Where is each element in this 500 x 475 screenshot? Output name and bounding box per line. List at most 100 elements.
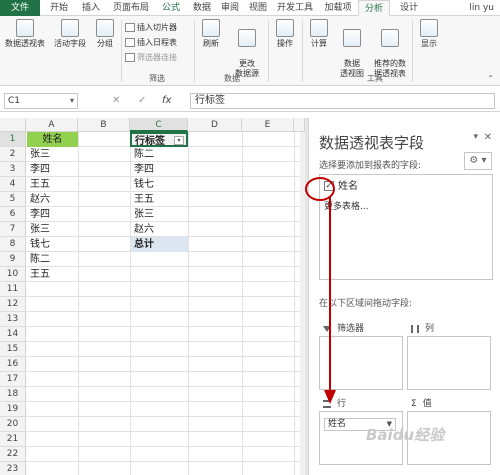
cell-a10[interactable]: 王五 — [27, 267, 78, 282]
show-button[interactable]: 显示 — [416, 19, 442, 49]
tab-page-layout[interactable]: 页面布局 — [108, 0, 154, 16]
cell-a2[interactable]: 张三 — [27, 147, 78, 162]
cell-a7[interactable]: 张三 — [27, 222, 78, 237]
field-checkbox[interactable]: ✓ — [324, 181, 334, 191]
row-header[interactable]: 19 — [0, 402, 26, 417]
cell-a6[interactable]: 李四 — [27, 207, 78, 222]
pivot-row-item[interactable]: 王五 — [131, 192, 188, 207]
recommended-pivot-button[interactable]: 推荐的数 据透视表 — [368, 19, 412, 79]
chevron-down-icon[interactable]: ▾ — [473, 132, 478, 142]
pivot-table-button[interactable]: 数据透视表 — [2, 19, 48, 49]
close-icon[interactable]: ✕ — [484, 132, 492, 143]
tab-insert[interactable]: 插入 — [76, 0, 106, 16]
columns-drop-zone[interactable] — [407, 336, 491, 390]
row-header[interactable]: 22 — [0, 447, 26, 462]
tab-file[interactable]: 文件 — [0, 0, 40, 16]
group-button[interactable]: 分组 — [92, 19, 118, 49]
row-header[interactable]: 15 — [0, 342, 26, 357]
show-icon — [420, 19, 438, 37]
column-header-f[interactable] — [294, 118, 305, 132]
filter-group-label: 筛选 — [149, 74, 165, 83]
row-header[interactable]: 1 — [0, 132, 26, 147]
row-header[interactable]: 3 — [0, 162, 26, 177]
data-group-label: 数据 — [224, 74, 240, 83]
tab-analyze[interactable]: 分析 — [358, 0, 390, 16]
insert-slicer-button[interactable]: 插入切片器 — [125, 23, 177, 33]
name-box[interactable]: C1 ▾ — [4, 93, 78, 109]
row-header[interactable]: 9 — [0, 252, 26, 267]
select-all-corner[interactable] — [0, 118, 26, 132]
insert-slicer-label: 插入切片器 — [137, 23, 177, 32]
calculate-button[interactable]: 计算 — [306, 19, 332, 49]
pivot-grand-total[interactable]: 总计 — [131, 237, 188, 252]
row-header[interactable]: 16 — [0, 357, 26, 372]
row-header[interactable]: 7 — [0, 222, 26, 237]
pivot-row-item[interactable]: 李四 — [131, 162, 188, 177]
refresh-button[interactable]: 刷新 — [198, 19, 224, 49]
insert-function-button[interactable]: fx — [162, 93, 171, 109]
row-header[interactable]: 6 — [0, 207, 26, 222]
active-field-button[interactable]: 活动字段 — [50, 19, 90, 49]
collapse-ribbon-icon[interactable]: ⌃ — [487, 74, 494, 83]
columns-icon — [411, 324, 419, 333]
drag-hint: 在以下区域间拖动字段: — [319, 299, 413, 309]
change-data-source-button[interactable]: 更改 数据源 — [228, 19, 266, 79]
cell-a5[interactable]: 赵六 — [27, 192, 78, 207]
row-header[interactable]: 21 — [0, 432, 26, 447]
chevron-down-icon[interactable]: ▾ — [70, 94, 74, 108]
slicer-icon — [125, 23, 135, 32]
pivot-row-item[interactable]: 赵六 — [131, 222, 188, 237]
row-header[interactable]: 14 — [0, 327, 26, 342]
columns-text: 列 — [425, 324, 435, 334]
row-header[interactable]: 12 — [0, 297, 26, 312]
cell-a8[interactable]: 钱七 — [27, 237, 78, 252]
pivot-chart-button[interactable]: 数据 透视图 — [338, 19, 366, 79]
row-header[interactable]: 10 — [0, 267, 26, 282]
cell-a3[interactable]: 李四 — [27, 162, 78, 177]
filter-dropdown-icon[interactable]: ▾ — [174, 136, 184, 145]
row-header[interactable]: 4 — [0, 177, 26, 192]
column-header-d[interactable]: D — [188, 118, 242, 132]
tab-design[interactable]: 设计 — [394, 0, 424, 16]
tab-addins[interactable]: 加载项 — [318, 0, 358, 16]
enter-icon[interactable]: ✓ — [138, 93, 146, 109]
field-item-name[interactable]: ✓ 姓名 — [324, 181, 358, 193]
row-header[interactable]: 5 — [0, 192, 26, 207]
cell-a1[interactable]: 姓名 — [27, 132, 78, 147]
insert-timeline-button[interactable]: 插入日程表 — [125, 38, 177, 48]
column-header-a[interactable]: A — [26, 118, 78, 132]
filters-drop-zone[interactable] — [319, 336, 403, 390]
cancel-icon[interactable]: ✕ — [112, 93, 120, 109]
more-tables-link[interactable]: 更多表格... — [324, 199, 369, 212]
row-header[interactable]: 17 — [0, 372, 26, 387]
row-header[interactable]: 23 — [0, 462, 26, 475]
actions-button[interactable]: 操作 — [272, 19, 298, 49]
row-header[interactable]: 11 — [0, 282, 26, 297]
column-header-c[interactable]: C — [130, 118, 188, 132]
filter-connections-button[interactable]: 筛选器连接 — [125, 53, 177, 63]
tab-view[interactable]: 视图 — [244, 0, 272, 16]
tab-formulas[interactable]: 公式 — [156, 0, 186, 16]
cell-c1-row-labels[interactable]: 行标签 ▾ — [130, 132, 188, 147]
column-header-b[interactable]: B — [78, 118, 130, 132]
cell-a9[interactable]: 陈二 — [27, 252, 78, 267]
row-header[interactable]: 20 — [0, 417, 26, 432]
formula-input[interactable]: 行标签 — [190, 93, 495, 109]
user-name[interactable]: lin yu — [469, 0, 494, 16]
tab-developer[interactable]: 开发工具 — [272, 0, 318, 16]
row-header[interactable]: 8 — [0, 237, 26, 252]
pivot-row-item[interactable]: 陈二 — [131, 147, 188, 162]
tab-data[interactable]: 数据 — [188, 0, 216, 16]
pivot-row-item[interactable]: 钱七 — [131, 177, 188, 192]
field-list: ✓ 姓名 更多表格... — [319, 174, 493, 280]
tab-home[interactable]: 开始 — [44, 0, 74, 16]
worksheet-grid[interactable]: A B C D E 1 2 3 4 5 6 7 8 9 10 11 12 13 … — [0, 118, 305, 475]
pivot-row-item[interactable]: 张三 — [131, 207, 188, 222]
row-header[interactable]: 2 — [0, 147, 26, 162]
gear-icon[interactable]: ⚙ ▾ — [464, 152, 492, 170]
row-header[interactable]: 18 — [0, 387, 26, 402]
cell-a4[interactable]: 王五 — [27, 177, 78, 192]
column-header-e[interactable]: E — [242, 118, 294, 132]
tab-review[interactable]: 审阅 — [216, 0, 244, 16]
row-header[interactable]: 13 — [0, 312, 26, 327]
